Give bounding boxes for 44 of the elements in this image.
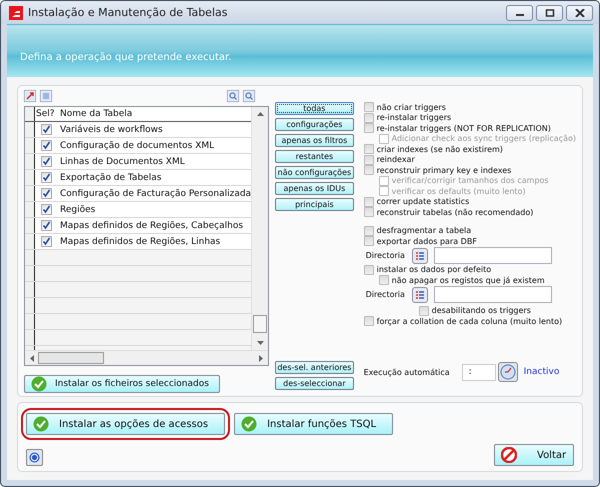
table-cell: Mapas definidos de Regiões, Cabeçalhos [60,220,244,230]
table-cell: Variáveis de workflows [60,124,163,134]
option-checkbox[interactable]: reconstruir primary key e indexes [364,165,576,176]
option-checkbox[interactable]: não criar triggers [364,102,576,112]
filter-button[interactable]: apenas os filtros [275,134,354,147]
table-cell: Regiões [60,204,96,214]
status-link[interactable]: Inactivo [524,367,560,377]
back-button[interactable]: Voltar [494,444,574,466]
option-checkbox[interactable]: correr update statistics [364,196,576,207]
deselect-button[interactable]: des-sel. anteriores [275,361,354,374]
table-cell: Exportação de Tabelas [60,172,162,182]
option-checkbox[interactable]: re-instalar triggers [364,112,576,123]
deselect-button[interactable]: des-seleccionar [275,377,354,390]
option-checkbox[interactable]: re-instalar triggers (NOT FOR REPLICATION) [364,123,576,134]
table-cell: Configuração de documentos XML [60,140,214,150]
filter-button[interactable]: não configurações [275,166,354,179]
filter-button[interactable]: restantes [275,150,354,163]
window-title: Instalação e Manutenção de Tabelas [28,6,228,20]
filter-button[interactable]: configurações [275,118,354,131]
table-cell: Mapas definidos de Regiões, Linhas [60,236,220,246]
auto-run-label: Execução automática [364,368,450,376]
option-checkbox[interactable]: forçar a collation de cada coluna (muito lento) [364,316,576,326]
column-header: Sel? [36,109,56,119]
option-checkbox[interactable]: exportar dados para DBF [364,236,576,246]
instruction-text: Defina a operação que pretende executar. [20,52,232,63]
install-files-button[interactable]: Instalar os ficheiros seleccionados [24,375,220,393]
time-field[interactable]: : [462,364,496,380]
option-checkbox[interactable]: reconstruir tabelas (não recomendado) [364,207,576,218]
filter-button[interactable]: principais [275,198,354,211]
filter-button[interactable]: todas [275,102,354,115]
directory-label: Directoria [366,251,406,260]
option-checkbox[interactable]: instalar os dados por defeito [364,264,576,275]
directory-label: Directoria [366,290,406,299]
install-button[interactable]: Instalar funções TSQL [234,413,394,435]
install-button[interactable]: Instalar as opções de acessos [26,413,226,435]
column-header: Nome da Tabela [60,109,132,119]
filter-button[interactable]: apenas os IDUs [275,182,354,195]
table-cell: Configuração de Facturação Personalizada [60,188,252,198]
option-checkbox[interactable]: criar indexes (se não existirem) [364,144,576,154]
option-checkbox[interactable]: não apagar os registos que já existem [364,275,576,286]
option-checkbox[interactable]: reindexar [364,154,576,165]
option-checkbox[interactable]: desabilitando os triggers [364,306,576,316]
option-checkbox[interactable]: desfragmentar a tabela [364,226,576,236]
table-cell: Linhas de Documentos XML [60,156,185,166]
